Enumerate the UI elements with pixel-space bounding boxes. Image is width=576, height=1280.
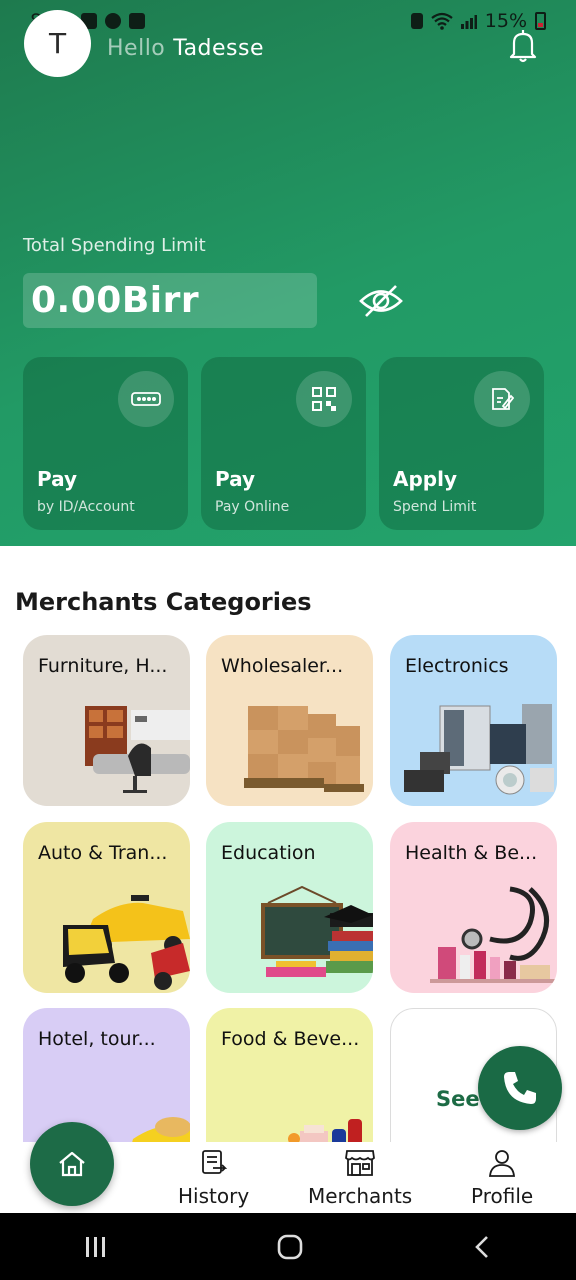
nav-merchants[interactable]: Merchants	[308, 1148, 412, 1208]
action-title: Pay	[215, 467, 256, 491]
spending-limit-label: Total Spending Limit	[23, 235, 206, 256]
category-label: Education	[221, 842, 316, 864]
nav-label: Merchants	[308, 1184, 413, 1208]
nav-label: History	[178, 1184, 250, 1208]
home-button[interactable]	[30, 1122, 114, 1206]
health-illustration	[430, 886, 557, 983]
apply-spend-limit-card[interactable]: Apply Spend Limit	[379, 357, 544, 530]
settings-icon	[104, 13, 121, 29]
category-label: Auto & Tran...	[38, 842, 168, 864]
category-education[interactable]: Education	[206, 822, 373, 993]
category-label: Hotel, tour...	[38, 1028, 156, 1050]
category-health-beauty[interactable]: Health & Be...	[390, 822, 557, 993]
category-label: Food & Beve...	[221, 1028, 360, 1050]
see-more-label: See	[436, 1087, 480, 1111]
recent-apps-icon[interactable]	[84, 1235, 108, 1259]
history-icon	[201, 1150, 227, 1174]
signal-icon	[460, 15, 477, 29]
category-label: Furniture, H...	[38, 655, 168, 677]
bell-icon[interactable]	[508, 28, 538, 64]
back-icon[interactable]	[472, 1234, 492, 1260]
action-subtitle: Pay Online	[215, 499, 290, 515]
store-icon	[345, 1150, 376, 1176]
user-name: Tadesse	[173, 36, 265, 61]
category-auto-transport[interactable]: Auto & Tran...	[23, 822, 190, 993]
category-label: Health & Be...	[405, 842, 538, 864]
status-bar: 8:59 15%	[30, 8, 546, 34]
wifi-icon	[431, 12, 453, 30]
home-system-icon[interactable]	[276, 1233, 304, 1261]
category-electronics[interactable]: Electronics	[390, 635, 557, 806]
nav-profile[interactable]: Profile	[471, 1148, 533, 1208]
category-wholesaler[interactable]: Wholesaler...	[206, 635, 373, 806]
id-card-icon	[118, 371, 174, 427]
electronics-illustration	[404, 704, 554, 795]
call-button[interactable]	[478, 1046, 562, 1130]
education-illustration	[261, 885, 373, 977]
avatar-initial: T	[48, 27, 67, 60]
merchant-categories-title: Merchants Categories	[15, 588, 312, 616]
category-furniture[interactable]: Furniture, H...	[23, 635, 190, 806]
boxes-illustration	[244, 706, 364, 792]
avatar[interactable]: T	[24, 10, 91, 77]
app-notification-icon	[128, 13, 145, 29]
home-icon	[59, 1151, 85, 1177]
vehicles-illustration	[63, 895, 190, 990]
nav-history[interactable]: History	[178, 1148, 249, 1208]
pay-by-id-card[interactable]: Pay by ID/Account	[23, 357, 188, 530]
phone-icon	[504, 1072, 536, 1104]
pay-online-card[interactable]: Pay Pay Online	[201, 357, 366, 530]
system-navigation-bar	[0, 1213, 576, 1280]
nav-label: Profile	[471, 1184, 534, 1208]
greeting: Hello Tadesse	[107, 36, 264, 61]
category-label: Wholesaler...	[221, 655, 344, 677]
user-icon	[489, 1150, 516, 1177]
furniture-illustration	[85, 706, 190, 793]
hello-text: Hello	[107, 36, 166, 61]
action-title: Pay	[37, 467, 78, 491]
action-subtitle: by ID/Account	[37, 499, 135, 515]
document-edit-icon	[474, 371, 530, 427]
hide-balance-icon[interactable]	[358, 282, 404, 320]
security-icon	[410, 13, 423, 29]
action-subtitle: Spend Limit	[393, 499, 477, 515]
qr-code-icon	[296, 371, 352, 427]
action-title: Apply	[393, 467, 458, 491]
category-label: Electronics	[405, 655, 509, 677]
spending-limit-amount: 0.00Birr	[23, 273, 317, 328]
